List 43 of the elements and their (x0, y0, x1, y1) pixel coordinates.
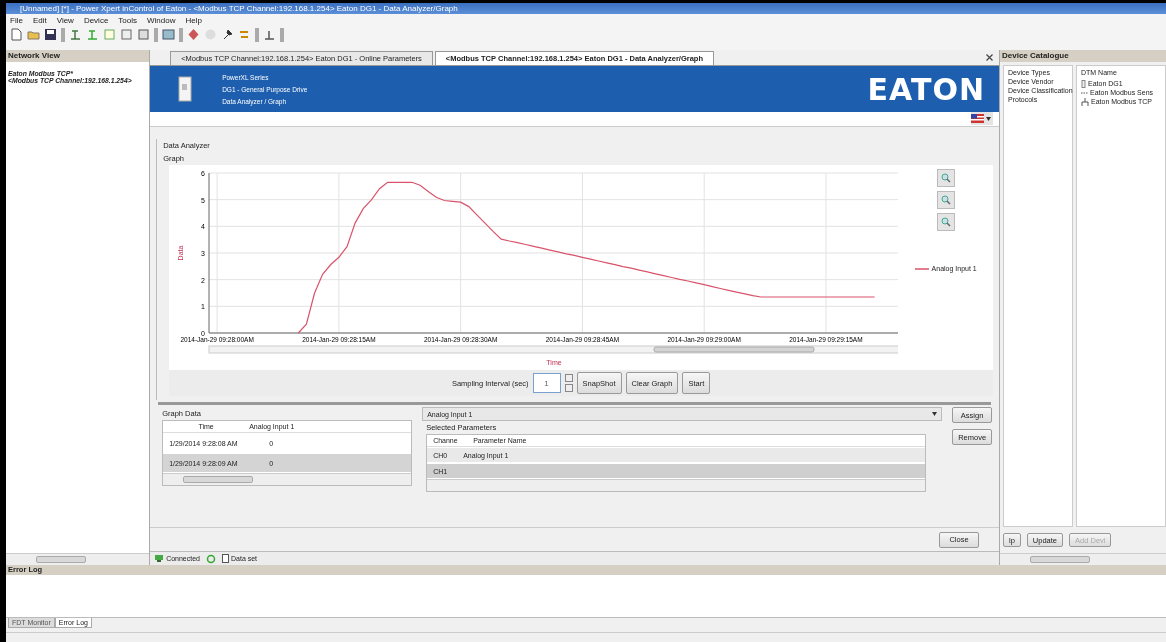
close-icon[interactable] (986, 54, 993, 61)
panel-title: Network View (8, 50, 60, 62)
window-title: [Unnamed] [*] - Power Xpert inControl of Eaton - <Modbus TCP Channel:192.168.1.254> Eaton DG1 - Data Analyzer/Graph (6, 3, 1166, 14)
window-icon[interactable] (162, 28, 175, 41)
drive-icon (1081, 79, 1086, 88)
drive-icon (178, 76, 193, 102)
menu-item[interactable]: Help (185, 15, 202, 25)
caret-icon (932, 412, 938, 416)
spin-down-button[interactable] (564, 384, 573, 392)
menu-item[interactable]: Tools (118, 15, 138, 25)
horizontal-scrollbar[interactable] (208, 345, 899, 354)
menu-item[interactable]: Device (83, 15, 109, 25)
legend-line (914, 267, 929, 270)
horizontal-scrollbar[interactable] (163, 473, 412, 485)
language-dropdown[interactable] (971, 112, 993, 125)
panel-title: Device Catalogue (1002, 50, 1069, 62)
spin-up-button[interactable] (564, 374, 573, 382)
magnifier-icon (940, 217, 951, 227)
open-folder-icon[interactable] (27, 28, 40, 41)
menu-item[interactable]: Window (147, 15, 176, 25)
interval-field[interactable]: 1 (532, 373, 561, 393)
horizontal-scrollbar[interactable] (1000, 553, 1166, 565)
horizontal-scrollbar[interactable] (427, 479, 926, 491)
dash-icon (1081, 90, 1088, 95)
zoom-in-button[interactable] (936, 169, 955, 187)
device-icon[interactable] (137, 28, 150, 41)
save-icon[interactable] (44, 28, 57, 41)
device-icon[interactable] (120, 28, 133, 41)
logo: EATON (867, 71, 985, 107)
document-icon (222, 554, 229, 563)
menu-item[interactable]: File (10, 15, 23, 25)
caret-icon (986, 116, 991, 121)
horizontal-scrollbar[interactable] (6, 553, 150, 565)
new-file-icon[interactable] (10, 28, 23, 41)
zoom-reset-button[interactable] (936, 213, 955, 231)
magnifier-icon (940, 173, 951, 183)
device-icon[interactable] (103, 28, 116, 41)
diamond-icon[interactable] (187, 28, 200, 41)
zoom-out-button[interactable] (936, 191, 955, 209)
menu-item[interactable]: View (56, 15, 74, 25)
menu-item[interactable]: Edit (32, 15, 47, 25)
magnifier-icon (940, 195, 951, 205)
refresh-icon (206, 553, 216, 564)
